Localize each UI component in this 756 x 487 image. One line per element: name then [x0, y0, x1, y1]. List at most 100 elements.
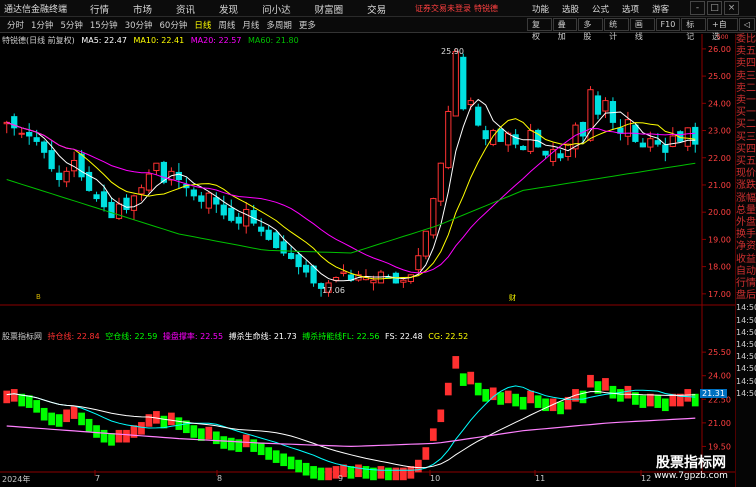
indicator-bar — [654, 395, 662, 408]
candle-body — [288, 252, 295, 259]
candle-body — [639, 142, 646, 148]
candle-body — [370, 279, 377, 284]
indicator-bar — [280, 453, 288, 467]
indicator-bar — [295, 459, 302, 473]
sidebar-item[interactable]: 买二 — [736, 119, 756, 131]
sidebar-item[interactable]: 买五 — [736, 156, 756, 168]
indicator-bar — [661, 398, 669, 412]
indicator-bar — [272, 450, 280, 463]
indicator-bar — [302, 462, 310, 476]
sidebar-item[interactable]: 14:50 — [736, 302, 756, 314]
sidebar-item[interactable]: 收益 — [736, 254, 756, 266]
candle-body — [145, 173, 153, 191]
sidebar-item[interactable]: 总量 — [736, 205, 756, 217]
indicator-bar — [10, 389, 18, 402]
indicator-bar — [257, 442, 265, 456]
sidebar-item[interactable]: 14:50 — [736, 388, 756, 400]
indicator-bar — [347, 466, 355, 479]
indicator-bar — [617, 389, 624, 402]
candle-body — [647, 138, 654, 148]
indicator-bar — [587, 374, 594, 388]
candle-body — [422, 230, 429, 257]
sidebar-item[interactable]: 14:50 — [736, 351, 756, 363]
x-tick-label: 10 — [430, 474, 441, 483]
sidebar-item[interactable]: 14:50 — [736, 339, 756, 351]
indicator-bar — [429, 428, 437, 441]
indicator-bar — [459, 373, 467, 386]
kline-chart[interactable]: 26.00 25.00 24.00 23.00 22.00 21.00 20.00 19.00… — [0, 0, 756, 487]
price-tick-label: 19.00 — [708, 235, 731, 244]
candle-body — [153, 162, 160, 172]
indicator-bar — [123, 429, 130, 443]
candle-body — [549, 149, 557, 162]
candle-body — [594, 95, 602, 115]
candle-body — [624, 119, 632, 137]
candle-body — [542, 150, 549, 156]
indicator-bar — [227, 437, 235, 451]
candle-body — [452, 51, 459, 117]
candle-body — [295, 254, 302, 268]
buy-badge: B — [36, 293, 41, 301]
candle-body — [228, 207, 235, 221]
ind-tick-label: 19.50 — [708, 442, 731, 451]
sidebar-item[interactable]: 买一 — [736, 107, 756, 119]
sidebar-item[interactable]: 涨幅 — [736, 193, 756, 205]
candle-body — [662, 144, 669, 153]
x-tick-label: 9 — [338, 474, 344, 483]
sidebar-item[interactable]: 买三 — [736, 132, 756, 144]
indicator-bar — [33, 400, 41, 413]
candle-body — [692, 126, 699, 145]
candle-body — [175, 171, 182, 181]
indicator-bar — [78, 412, 85, 426]
candle-body — [235, 216, 242, 224]
sidebar-item[interactable]: 卖三 — [736, 71, 756, 83]
sidebar-item[interactable]: 卖一 — [736, 95, 756, 107]
sidebar-item[interactable]: 卖二 — [736, 83, 756, 95]
indicator-bar — [557, 401, 564, 415]
indicator-bar — [108, 433, 115, 446]
candle-body — [213, 197, 220, 205]
sidebar-item[interactable]: 行情 — [736, 278, 756, 290]
candle-body — [243, 208, 250, 227]
sidebar-item[interactable]: 14:50 — [736, 315, 756, 327]
indicator-bar — [168, 412, 175, 426]
sidebar-item[interactable]: 卖五 — [736, 46, 756, 58]
indicator-bar — [70, 406, 78, 419]
candle-body — [33, 137, 40, 142]
candle-body — [497, 128, 504, 142]
candle-body — [26, 131, 33, 137]
sidebar-item[interactable]: 盘后 — [736, 290, 756, 302]
indicator-bar — [212, 431, 220, 445]
candle-body — [41, 141, 48, 153]
sidebar-item[interactable]: 净资 — [736, 241, 756, 253]
sidebar-item[interactable]: 自动 — [736, 266, 756, 278]
sidebar-item[interactable]: 14:50 — [736, 376, 756, 388]
sidebar-item[interactable]: 14:50 — [736, 363, 756, 375]
indicator-bar — [63, 409, 70, 423]
sidebar-item[interactable]: 换手 — [736, 229, 756, 241]
sidebar-item[interactable]: 涨跌 — [736, 180, 756, 192]
indicator-bar — [527, 390, 534, 404]
indicator-bar — [138, 422, 145, 435]
watermark: 股票指标网 www.7gpzb.com — [645, 455, 737, 481]
low-price-label: 17.06 — [322, 286, 345, 295]
indicator-bar — [504, 390, 512, 404]
sidebar-item[interactable]: 14:50 — [736, 327, 756, 339]
price-tick-label: 21.00 — [708, 181, 731, 190]
sidebar-item[interactable]: 买四 — [736, 144, 756, 156]
high-price-label: 25.90 — [441, 47, 464, 56]
sidebar-item[interactable]: 卖四 — [736, 58, 756, 70]
sidebar-item[interactable]: 外盘 — [736, 217, 756, 229]
sidebar-item[interactable]: 现价 — [736, 168, 756, 180]
indicator-bar — [40, 407, 48, 421]
sidebar-item[interactable]: 委比 — [736, 34, 756, 46]
price-tick-label: 25.00 — [708, 72, 731, 81]
candle-body — [475, 106, 482, 126]
candle-body — [467, 100, 474, 106]
indicator-bar — [310, 466, 317, 479]
candle-body — [602, 100, 609, 112]
indicator-bar — [100, 429, 108, 443]
ind-tick-label: 24.00 — [708, 372, 731, 381]
x-tick-label: 7 — [95, 474, 101, 483]
candle-body — [273, 232, 280, 249]
